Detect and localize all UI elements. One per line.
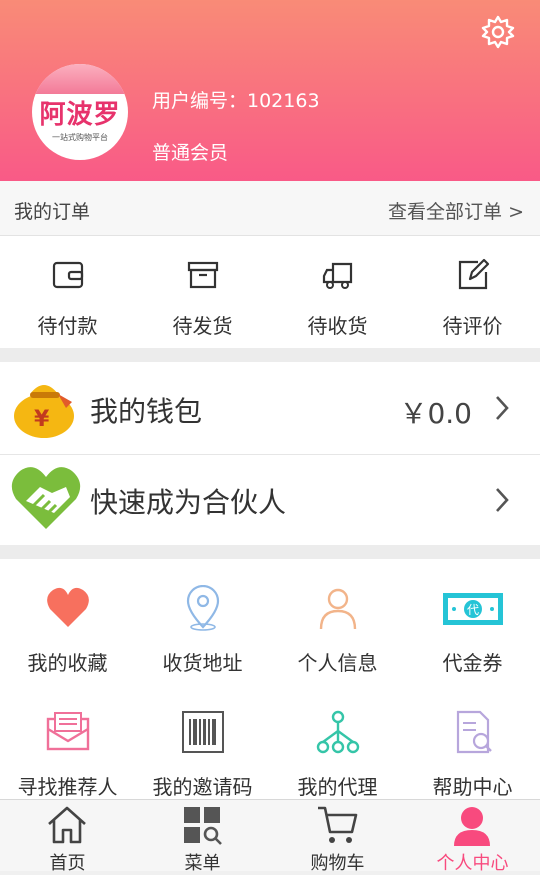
grid-item-address[interactable]: 收货地址 (135, 559, 270, 675)
gear-icon[interactable] (480, 14, 516, 50)
cart-icon (318, 806, 358, 843)
user-id-text: 用户编号：102163 (152, 90, 320, 112)
svg-text:¥: ¥ (34, 407, 50, 432)
become-partner-row[interactable]: 快速成为合伙人 (0, 455, 540, 545)
wallet-amount: ￥0.0 (399, 397, 472, 430)
bottom-nav: 首页 菜单 购物车 个人中心 (0, 799, 540, 874)
wallet-label: 我的钱包 (90, 395, 203, 428)
view-all-orders-link[interactable]: 查看全部订单 > (388, 197, 524, 224)
voucher-icon: 代 (443, 593, 503, 625)
nav-label: 购物车 (310, 853, 365, 874)
order-pending-shipment[interactable]: 待发货 (135, 236, 270, 348)
grid-item-label: 收货地址 (162, 651, 243, 675)
grid-item-label: 我的收藏 (27, 651, 108, 675)
grid-item-label: 我的代理 (297, 775, 378, 799)
order-pending-payment[interactable]: 待付款 (0, 236, 135, 348)
grid-item-find-referrer[interactable]: 寻找推荐人 (0, 683, 135, 799)
user-icon (454, 807, 490, 846)
avatar-subtitle: 一站式购物平台 (52, 133, 108, 142)
home-icon (48, 806, 86, 844)
nav-label: 个人中心 (436, 853, 509, 874)
grid-item-profile[interactable]: 个人信息 (270, 559, 405, 675)
partner-label: 快速成为合伙人 (90, 486, 287, 519)
location-icon (186, 585, 220, 631)
section-divider (0, 545, 540, 559)
order-status-row: 待付款 待发货 待收货 待评价 (0, 236, 540, 348)
orders-header: 我的订单 查看全部订单 > (0, 181, 540, 236)
grid-item-label: 我的邀请码 (152, 775, 253, 799)
barcode-icon (182, 711, 224, 753)
nav-label: 菜单 (184, 853, 221, 874)
section-divider (0, 348, 540, 362)
edit-icon (458, 258, 490, 290)
grid-item-label: 帮助中心 (432, 775, 513, 799)
menu-grid-icon (184, 807, 222, 845)
order-pending-receipt[interactable]: 待收货 (270, 236, 405, 348)
truck-icon (322, 262, 353, 289)
order-item-label: 待收货 (307, 314, 368, 338)
nav-cart[interactable]: 购物车 (270, 800, 405, 874)
order-item-label: 待发货 (172, 314, 233, 338)
grid-item-label: 寻找推荐人 (17, 775, 118, 799)
chevron-right-icon (496, 396, 509, 420)
avatar-banner (32, 64, 128, 94)
box-icon (187, 261, 219, 289)
money-bag-icon: ¥ (14, 385, 74, 438)
nav-menu[interactable]: 菜单 (135, 800, 270, 874)
avatar-brand-text: 阿波罗 (39, 100, 121, 130)
profile-header: 阿波罗 一站式购物平台 用户编号：102163 普通会员 (0, 0, 540, 181)
chevron-right-icon (496, 488, 509, 512)
grid-item-my-agents[interactable]: 我的代理 (270, 683, 405, 799)
my-wallet-row[interactable]: ¥ 我的钱包 ￥0.0 (0, 362, 540, 455)
nav-personal-center[interactable]: 个人中心 (405, 800, 540, 874)
wallet-icon (52, 261, 84, 289)
heart-icon (47, 587, 89, 627)
grid-item-label: 代金券 (442, 651, 503, 675)
person-icon (319, 588, 357, 630)
grid-item-invite-code[interactable]: 我的邀请码 (135, 683, 270, 799)
svg-text:代: 代 (467, 603, 479, 617)
grid-item-help-center[interactable]: 帮助中心 (405, 683, 540, 799)
grid-item-label: 个人信息 (297, 651, 378, 675)
help-doc-icon (456, 710, 492, 754)
feature-grid: 我的收藏 收货地址 个人信息 代 代金券 寻找推荐人 我的邀请码 我的代理 帮助… (0, 559, 540, 799)
member-level-text: 普通会员 (152, 142, 229, 164)
orders-title: 我的订单 (14, 201, 91, 223)
grid-item-voucher[interactable]: 代 代金券 (405, 559, 540, 675)
grid-item-favorites[interactable]: 我的收藏 (0, 559, 135, 675)
nav-label: 首页 (49, 853, 86, 874)
nav-home[interactable]: 首页 (0, 800, 135, 874)
handshake-heart-icon (11, 467, 81, 529)
mail-icon (46, 712, 90, 751)
order-item-label: 待评价 (442, 314, 503, 338)
network-icon (316, 710, 360, 754)
order-item-label: 待付款 (37, 314, 98, 338)
avatar[interactable]: 阿波罗 一站式购物平台 (32, 64, 128, 160)
order-pending-review[interactable]: 待评价 (405, 236, 540, 348)
